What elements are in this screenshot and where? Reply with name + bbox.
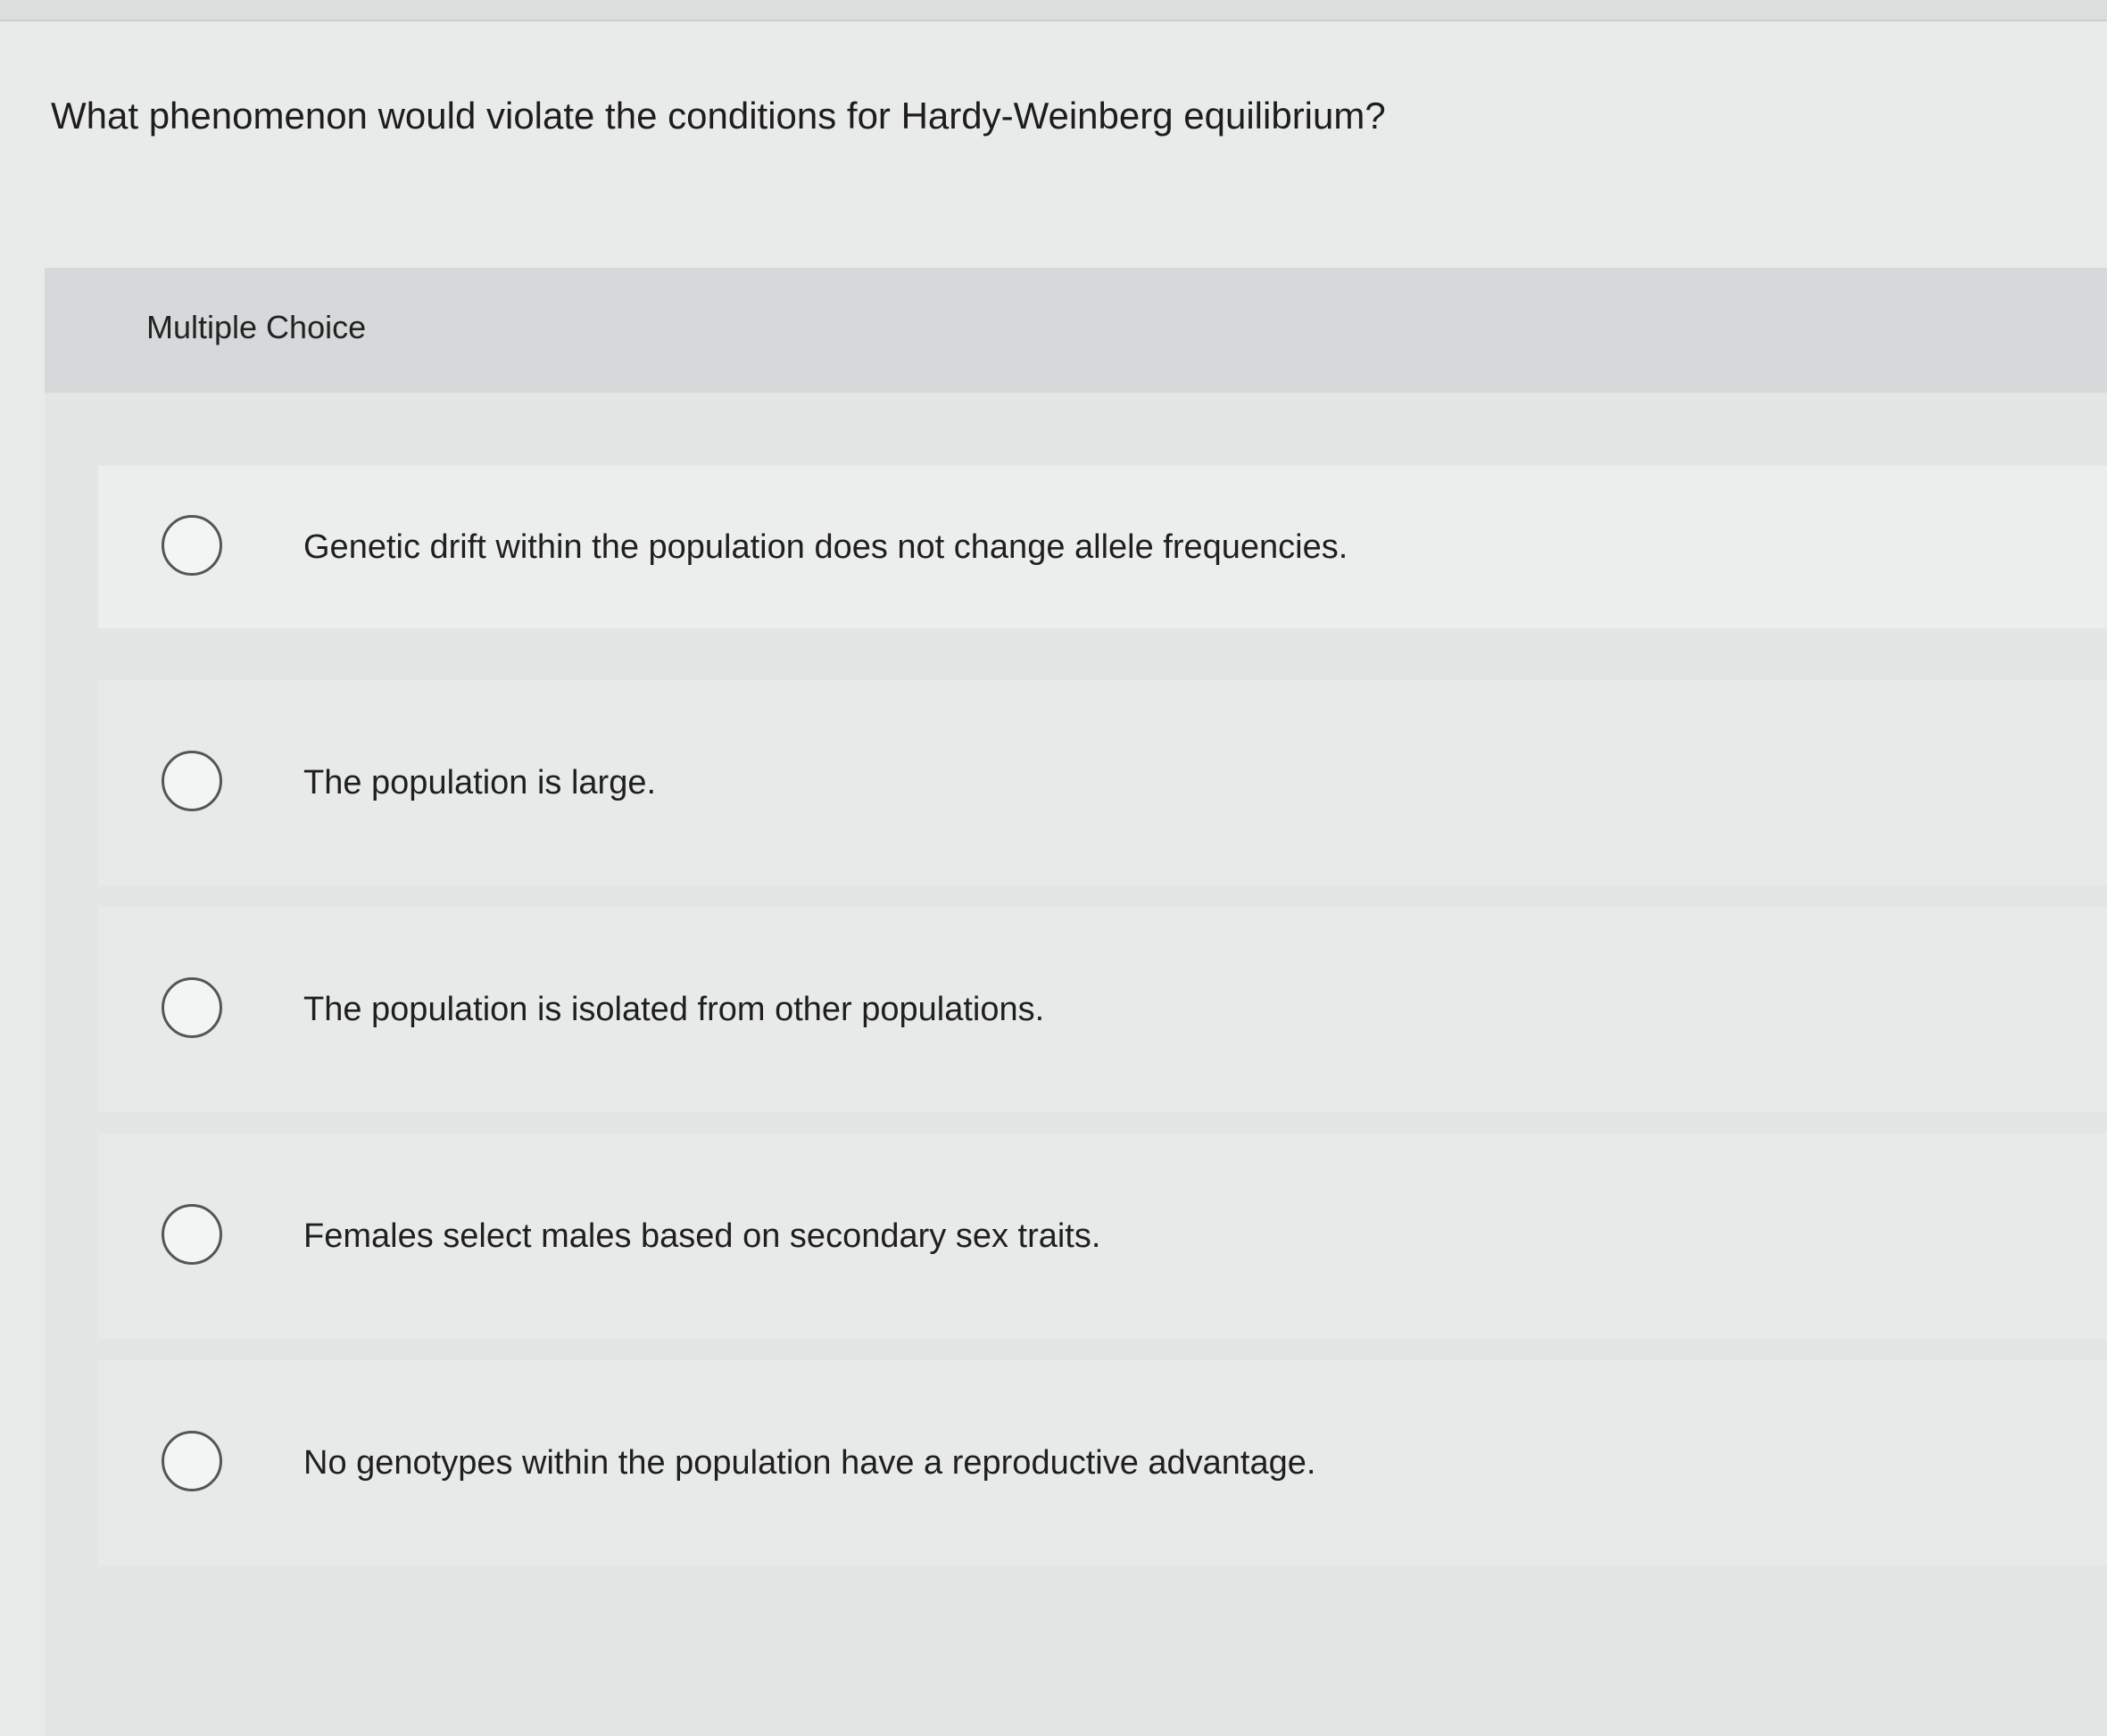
- multiple-choice-panel: Multiple Choice Genetic drift within the…: [45, 268, 2107, 1736]
- option-2-text: The population is large.: [303, 764, 657, 802]
- option-1-text: Genetic drift within the population does…: [303, 528, 1348, 566]
- option-3[interactable]: The population is isolated from other po…: [98, 907, 2107, 1112]
- multiple-choice-label: Multiple Choice: [146, 309, 367, 345]
- option-1[interactable]: Genetic drift within the population does…: [98, 466, 2107, 628]
- option-2[interactable]: The population is large.: [98, 680, 2107, 885]
- option-3-text: The population is isolated from other po…: [303, 991, 1045, 1028]
- radio-button-4[interactable]: [162, 1204, 222, 1265]
- option-4[interactable]: Females select males based on secondary …: [98, 1134, 2107, 1339]
- options-list: Genetic drift within the population does…: [98, 466, 2107, 1587]
- option-5-text: No genotypes within the population have …: [303, 1444, 1316, 1482]
- option-5[interactable]: No genotypes within the population have …: [98, 1360, 2107, 1566]
- multiple-choice-header: Multiple Choice: [45, 268, 2107, 393]
- option-4-text: Females select males based on secondary …: [303, 1217, 1101, 1255]
- radio-button-5[interactable]: [162, 1431, 222, 1491]
- radio-button-2[interactable]: [162, 751, 222, 811]
- top-border: [0, 0, 2107, 21]
- radio-button-1[interactable]: [162, 515, 222, 576]
- radio-button-3[interactable]: [162, 977, 222, 1038]
- question-text: What phenomenon would violate the condit…: [51, 95, 1386, 137]
